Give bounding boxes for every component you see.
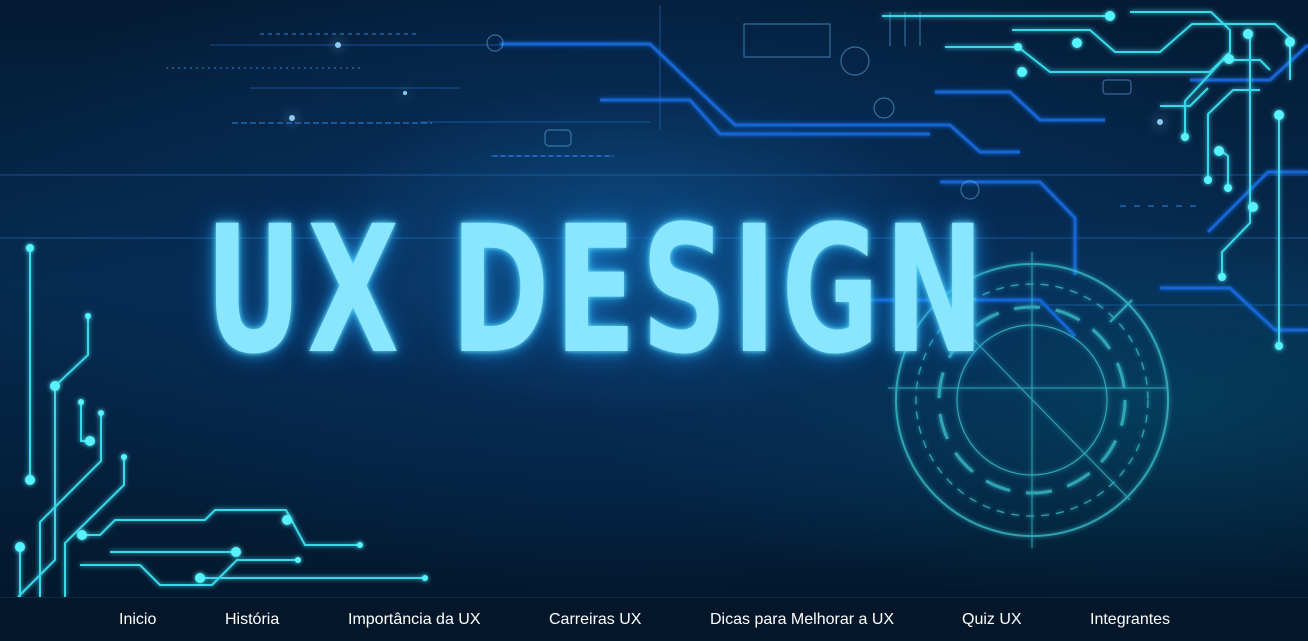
nav-link-historia[interactable]: História [225, 609, 279, 631]
hero-title: UX DESIGN [205, 188, 990, 393]
ux-design-page: UX DESIGN Inicio História Importância da… [0, 0, 1308, 641]
nav-link-quiz-ux[interactable]: Quiz UX [962, 609, 1022, 631]
hero-banner: UX DESIGN [0, 0, 1308, 597]
main-navigation: Inicio História Importância da UX Carrei… [0, 597, 1308, 641]
nav-link-inicio[interactable]: Inicio [119, 609, 156, 631]
nav-link-dicas-para-melhorar-a-ux[interactable]: Dicas para Melhorar a UX [710, 609, 894, 631]
nav-link-integrantes[interactable]: Integrantes [1090, 609, 1170, 631]
nav-link-carreiras-ux[interactable]: Carreiras UX [549, 609, 641, 631]
nav-link-importancia-da-ux[interactable]: Importância da UX [348, 609, 481, 631]
